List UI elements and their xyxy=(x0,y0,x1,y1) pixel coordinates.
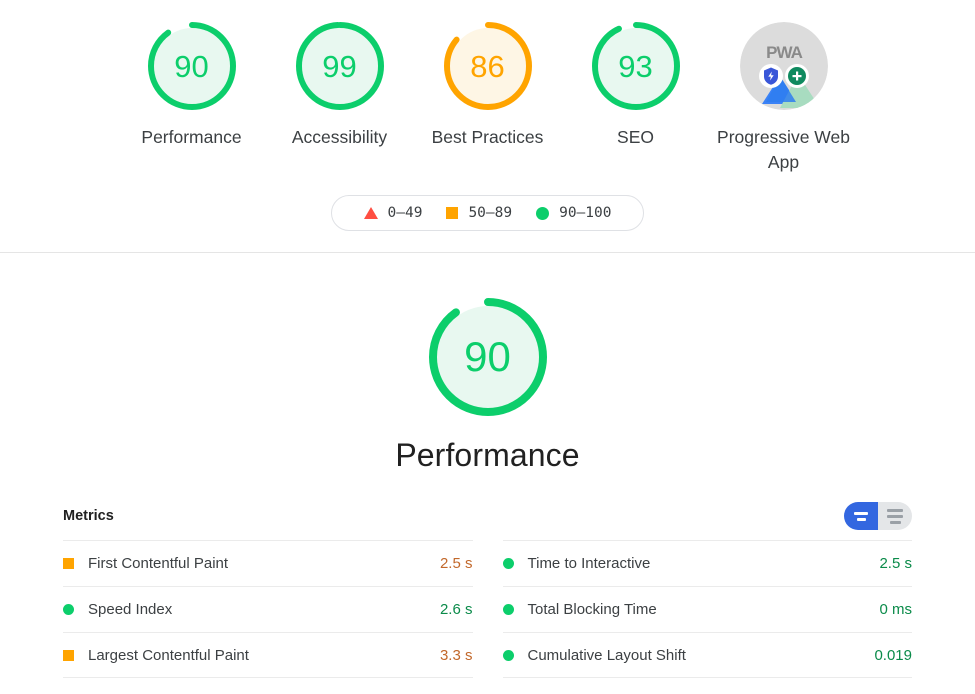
metric-value: 2.5 s xyxy=(879,555,912,572)
score-label-seo: SEO xyxy=(617,127,654,147)
score-gauge-accessibility[interactable]: 99 Accessibility xyxy=(266,18,414,150)
metric-row[interactable]: Time to Interactive 2.5 s xyxy=(502,540,912,586)
metric-name: Total Blocking Time xyxy=(527,601,657,618)
metric-row[interactable]: Cumulative Layout Shift 0.019 xyxy=(502,632,912,678)
svg-text:PWA: PWA xyxy=(766,43,802,62)
category-header-performance: 90 Performance xyxy=(0,253,975,474)
score-scale-legend: 0–49 50–89 90–100 xyxy=(330,195,645,231)
metrics-column-right: Time to Interactive 2.5 s Total Blocking… xyxy=(502,540,912,678)
metric-value: 2.6 s xyxy=(439,601,473,618)
score-label-best-practices: Best Practices xyxy=(431,127,544,147)
metric-name: First Contentful Paint xyxy=(88,555,229,572)
score-label-performance: Performance xyxy=(141,127,242,147)
category-score-value: 90 xyxy=(464,333,511,380)
metric-row[interactable]: First Contentful Paint 2.5 s xyxy=(63,540,473,586)
metric-value: 0 ms xyxy=(879,601,912,618)
category-gauge-performance: 90 xyxy=(424,293,552,421)
scores-summary-section: 90 Performance 99 Accessibility 86 Best … xyxy=(0,0,975,253)
toggle-simple-view-button[interactable] xyxy=(844,502,878,530)
toggle-bar xyxy=(887,514,903,518)
category-title: Performance xyxy=(395,437,580,473)
metrics-columns: First Contentful Paint 2.5 s Speed Index… xyxy=(63,540,912,678)
score-value-accessibility: 99 xyxy=(322,48,357,84)
toggle-bar xyxy=(856,517,866,521)
circle-icon xyxy=(502,604,514,615)
score-value-seo: 93 xyxy=(618,48,653,84)
score-gauge-pwa[interactable]: PWA Progressive Web App xyxy=(710,18,858,175)
metrics-heading: Metrics xyxy=(63,508,114,524)
metric-name: Speed Index xyxy=(88,601,173,618)
legend-item-average: 50–89 xyxy=(434,205,524,221)
score-label-accessibility: Accessibility xyxy=(291,127,388,147)
legend-range-fail: 0–49 xyxy=(387,205,423,221)
metric-row[interactable]: Largest Contentful Paint 3.3 s xyxy=(63,632,473,678)
metric-value: 0.019 xyxy=(874,646,912,664)
metric-name: Largest Contentful Paint xyxy=(88,646,249,664)
toggle-expanded-view-button[interactable] xyxy=(878,502,912,530)
metric-row[interactable]: Total Blocking Time 0 ms xyxy=(502,586,912,632)
score-gauge-performance[interactable]: 90 Performance xyxy=(118,18,266,150)
circle-icon xyxy=(63,604,74,615)
toggle-bar xyxy=(854,511,868,515)
legend-item-pass: 90–100 xyxy=(524,205,623,221)
gauge-arc-best-practices: 86 xyxy=(440,18,536,114)
score-gauge-seo[interactable]: 93 SEO xyxy=(562,18,710,150)
metric-value: 2.5 s xyxy=(439,555,473,572)
legend-item-fail: 0–49 xyxy=(352,205,435,221)
metric-name: Cumulative Layout Shift xyxy=(527,646,686,664)
circle-icon xyxy=(536,206,550,220)
square-icon xyxy=(63,649,74,661)
pwa-badge-icon: PWA xyxy=(736,18,832,114)
metric-value: 3.3 s xyxy=(439,646,473,664)
score-gauges-row: 90 Performance 99 Accessibility 86 Best … xyxy=(0,18,975,175)
metrics-block: Metrics First Contentful Paint 2.5 s Spe… xyxy=(0,502,975,694)
metrics-column-left: First Contentful Paint 2.5 s Speed Index… xyxy=(63,540,473,678)
score-label-pwa: Progressive Web App xyxy=(717,127,850,172)
score-scale-legend-row: 0–49 50–89 90–100 xyxy=(0,195,975,231)
gauge-arc-seo: 93 xyxy=(588,18,684,114)
metrics-header: Metrics xyxy=(63,502,912,540)
score-gauge-best-practices[interactable]: 86 Best Practices xyxy=(414,18,562,150)
circle-icon xyxy=(502,558,514,569)
toggle-bar xyxy=(887,508,903,512)
triangle-icon xyxy=(363,207,378,219)
legend-range-average: 50–89 xyxy=(468,205,513,221)
metric-name: Time to Interactive xyxy=(527,555,651,572)
gauge-arc-accessibility: 99 xyxy=(292,18,388,114)
gauge-arc-performance: 90 xyxy=(144,18,240,114)
metrics-view-toggle[interactable] xyxy=(844,502,912,530)
circle-icon xyxy=(502,649,514,661)
square-icon xyxy=(63,558,74,569)
lighthouse-report: 90 Performance 99 Accessibility 86 Best … xyxy=(0,0,975,694)
toggle-bar xyxy=(889,520,901,524)
legend-range-pass: 90–100 xyxy=(559,205,612,221)
square-icon xyxy=(446,207,459,219)
metric-row[interactable]: Speed Index 2.6 s xyxy=(63,586,473,632)
score-value-best-practices: 86 xyxy=(470,48,505,84)
score-value-performance: 90 xyxy=(174,48,209,84)
